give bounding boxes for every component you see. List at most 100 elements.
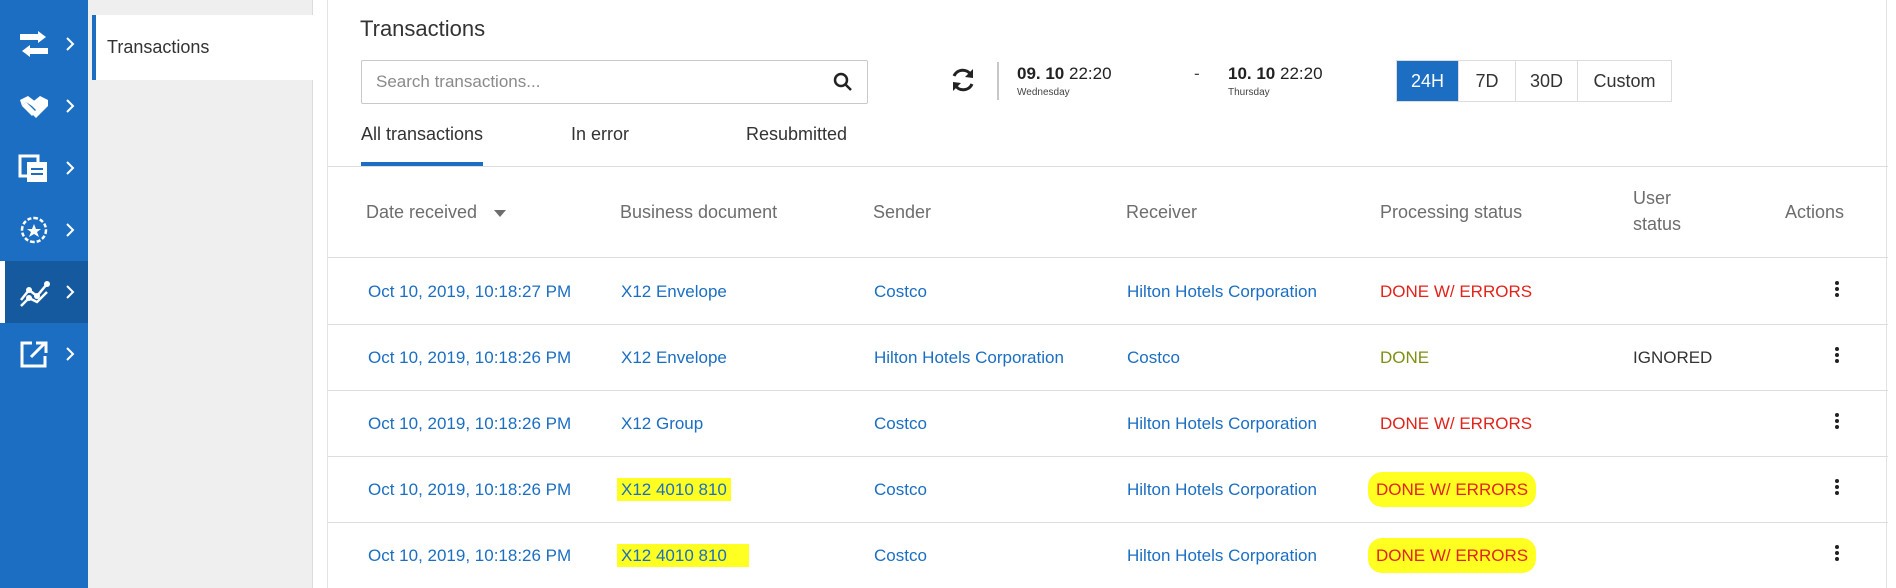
column-label: Date received [366,202,478,222]
search-icon[interactable] [833,72,853,92]
more-actions-icon[interactable] [1832,477,1842,497]
rail-item-transfers[interactable] [0,13,88,75]
highlighted-document: X12 4010 810 [617,478,731,501]
tab-resubmitted[interactable]: Resubmitted [746,124,847,166]
chevron-right-icon [66,347,75,361]
more-actions-icon[interactable] [1832,411,1842,431]
cell-date[interactable]: Oct 10, 2019, 10:18:27 PM [368,281,571,303]
cell-processing-status: DONE W/ ERRORS [1368,538,1537,573]
cell-business-document[interactable]: X12 4010 810 [617,544,749,567]
column-header-sender[interactable]: Sender [873,199,931,225]
icon-rail [0,0,88,588]
column-header-actions: Actions [1785,202,1845,222]
range-button-custom[interactable]: Custom [1578,61,1671,101]
date-from[interactable]: 09. 10 22:20 Wednesday [1017,64,1112,98]
transfer-arrows-icon [20,31,48,57]
analytics-graph-icon [20,281,50,307]
cell-processing-status: DONE W/ ERRORS [1380,414,1533,433]
cell-sender[interactable]: Costco [874,479,927,501]
highlighted-status: DONE W/ ERRORS [1368,538,1537,573]
cell-processing-status: DONE [1380,348,1430,367]
more-actions-icon[interactable] [1832,543,1842,563]
date-to-date: 10. 10 [1228,64,1276,83]
tab-label: All transactions [361,124,484,144]
tab-in-error[interactable]: In error [571,124,629,166]
divider [997,62,999,100]
table-row[interactable]: Oct 10, 2019, 10:18:26 PM X12 4010 810 C… [328,523,1888,588]
cell-sender[interactable]: Costco [874,281,927,303]
search-box [361,60,868,104]
cell-user-status: IGNORED [1633,348,1713,367]
chevron-right-icon [66,37,75,51]
chevron-right-icon [66,161,75,175]
column-header-processing-status[interactable]: Processing status [1380,199,1522,225]
submenu-panel: Transactions [88,0,313,588]
page-title: Transactions [360,16,486,41]
cell-sender[interactable]: Costco [874,545,927,567]
cell-date[interactable]: Oct 10, 2019, 10:18:26 PM [368,545,571,567]
cell-receiver[interactable]: Hilton Hotels Corporation [1127,545,1317,567]
date-from-day: Wednesday [1017,87,1070,98]
date-to-day: Thursday [1228,87,1270,98]
external-link-icon [20,341,48,368]
range-button-30d[interactable]: 30D [1516,61,1578,101]
more-actions-icon[interactable] [1832,345,1842,365]
cell-processing-status: DONE W/ ERRORS [1368,472,1537,507]
date-from-time: 22:20 [1069,64,1112,83]
cell-date[interactable]: Oct 10, 2019, 10:18:26 PM [368,479,571,501]
column-header-receiver[interactable]: Receiver [1126,199,1197,225]
highlighted-status: DONE W/ ERRORS [1368,472,1537,507]
date-to-time: 22:20 [1280,64,1323,83]
table-header: Date received Business document Sender R… [328,167,1888,258]
table-row[interactable]: Oct 10, 2019, 10:18:26 PM X12 4010 810 C… [328,457,1888,523]
table-row[interactable]: Oct 10, 2019, 10:18:27 PM X12 Envelope C… [328,259,1888,325]
column-label: status [1633,214,1682,234]
cell-date[interactable]: Oct 10, 2019, 10:18:26 PM [368,413,571,435]
tab-label: Resubmitted [746,124,848,144]
tab-all-transactions[interactable]: All transactions [361,124,484,166]
date-from-date: 09. 10 [1017,64,1065,83]
refresh-icon[interactable] [949,66,977,94]
time-range-selector: 24H 7D 30D Custom [1396,60,1672,102]
date-to[interactable]: 10. 10 22:20 Thursday [1228,64,1323,98]
column-header-date-received[interactable]: Date received [366,199,507,225]
chevron-right-icon [66,223,75,237]
search-input[interactable] [362,61,802,103]
chevron-right-icon [66,99,75,113]
process-cycle-icon [20,216,48,244]
documents-icon [18,154,47,182]
range-button-24h[interactable]: 24H [1397,61,1459,101]
cell-receiver[interactable]: Hilton Hotels Corporation [1127,479,1317,501]
cell-receiver[interactable]: Costco [1127,347,1180,369]
cell-sender[interactable]: Costco [874,413,927,435]
cell-processing-status: DONE W/ ERRORS [1380,282,1533,301]
column-label: User [1633,188,1672,208]
cell-sender[interactable]: Hilton Hotels Corporation [874,347,1064,369]
tab-label: In error [571,124,630,144]
table-row[interactable]: Oct 10, 2019, 10:18:26 PM X12 Group Cost… [328,391,1888,457]
sort-descending-icon[interactable] [493,208,507,218]
cell-business-document[interactable]: X12 Envelope [621,281,727,303]
cell-receiver[interactable]: Hilton Hotels Corporation [1127,413,1317,435]
rail-item-documents[interactable] [0,137,88,199]
rail-item-analytics[interactable] [0,261,88,323]
submenu-item-transactions[interactable]: Transactions [92,15,313,80]
more-actions-icon[interactable] [1832,279,1842,299]
column-header-user-status[interactable]: User status [1633,185,1681,237]
table-row[interactable]: Oct 10, 2019, 10:18:26 PM X12 Envelope H… [328,325,1888,391]
handshake-icon [20,96,48,118]
main-panel: Transactions 09. 10 22:20 Wednesday - 10… [327,0,1888,588]
date-separator: - [1194,64,1200,83]
rail-item-processes[interactable] [0,199,88,261]
cell-date[interactable]: Oct 10, 2019, 10:18:26 PM [368,347,571,369]
cell-business-document[interactable]: X12 4010 810 [617,478,731,501]
rail-item-external[interactable] [0,323,88,385]
highlighted-document: X12 4010 810 [617,544,749,567]
cell-business-document[interactable]: X12 Envelope [621,347,727,369]
cell-receiver[interactable]: Hilton Hotels Corporation [1127,281,1317,303]
cell-business-document[interactable]: X12 Group [621,413,703,435]
chevron-right-icon [66,285,75,299]
column-header-business-document[interactable]: Business document [620,199,777,225]
range-button-7d[interactable]: 7D [1459,61,1516,101]
rail-item-partners[interactable] [0,75,88,137]
